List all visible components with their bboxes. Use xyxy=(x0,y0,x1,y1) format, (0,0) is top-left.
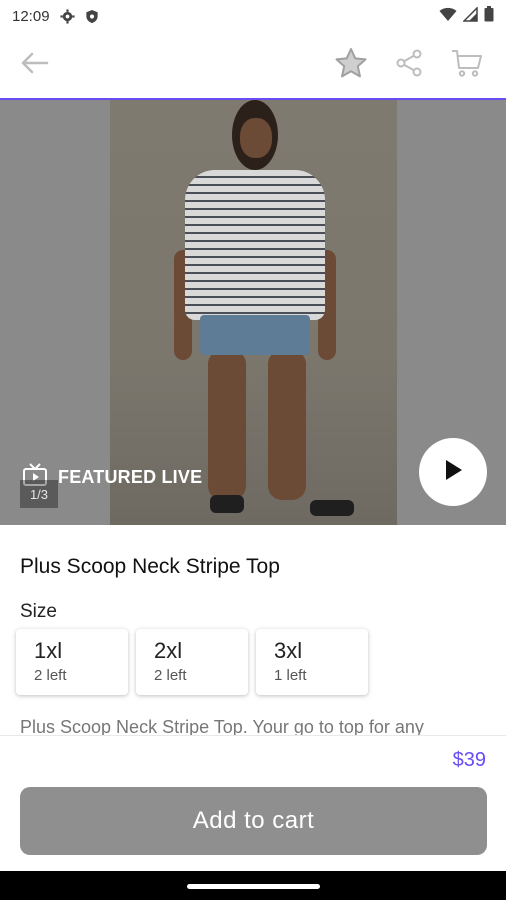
size-option-3xl[interactable]: 3xl 1 left xyxy=(256,629,368,695)
product-title: Plus Scoop Neck Stripe Top xyxy=(20,555,280,578)
size-options: 1xl 2 left 2xl 2 left 3xl 1 left xyxy=(16,629,368,695)
cart-button[interactable] xyxy=(448,46,486,84)
play-video-button[interactable] xyxy=(419,438,487,506)
size-heading: Size xyxy=(20,601,57,622)
share-button[interactable] xyxy=(390,46,428,84)
share-icon xyxy=(394,48,424,83)
product-description: Plus Scoop Neck Stripe Top. Your go to t… xyxy=(20,717,424,735)
model-face xyxy=(240,118,272,158)
featured-live-label: FEATURED LIVE xyxy=(58,467,203,487)
favorite-button[interactable] xyxy=(332,46,370,84)
size-value: 1xl xyxy=(34,638,63,663)
size-option-2xl[interactable]: 2xl 2 left xyxy=(136,629,248,695)
product-photo xyxy=(110,100,397,525)
model-shorts xyxy=(200,315,310,355)
size-stock: 1 left xyxy=(274,667,307,684)
gear-icon xyxy=(60,8,76,24)
status-bar: 12:09 xyxy=(0,0,506,32)
status-time: 12:09 xyxy=(12,7,50,25)
image-counter: 1/3 xyxy=(20,480,58,508)
size-value: 2xl xyxy=(154,638,183,663)
back-button[interactable] xyxy=(14,45,54,85)
model-leg xyxy=(208,350,246,500)
size-option-1xl[interactable]: 1xl 2 left xyxy=(16,629,128,695)
app-bar xyxy=(0,32,506,100)
size-value: 3xl xyxy=(274,638,303,663)
battery-icon xyxy=(484,6,494,26)
model-leg xyxy=(268,350,306,500)
model-striped-top xyxy=(185,170,325,320)
home-gesture-handle[interactable] xyxy=(187,884,320,889)
size-stock: 2 left xyxy=(34,667,67,684)
add-to-cart-button[interactable]: Add to cart xyxy=(20,787,487,855)
signal-icon xyxy=(462,5,478,26)
product-image-carousel[interactable]: FEATURED LIVE 1/3 xyxy=(0,100,506,525)
model-sandal xyxy=(310,500,354,516)
star-icon xyxy=(334,47,368,84)
product-details-sheet: Plus Scoop Neck Stripe Top Size 1xl 2 le… xyxy=(0,525,506,735)
system-nav-bar xyxy=(0,871,506,900)
back-arrow-icon xyxy=(19,51,49,80)
shield-icon xyxy=(84,8,100,24)
size-stock: 2 left xyxy=(154,667,187,684)
cart-icon xyxy=(451,48,483,83)
wifi-icon xyxy=(439,7,457,26)
product-price: $39 xyxy=(452,749,486,771)
play-icon xyxy=(442,458,464,487)
footer-divider xyxy=(0,735,506,736)
model-sandal xyxy=(210,495,244,513)
